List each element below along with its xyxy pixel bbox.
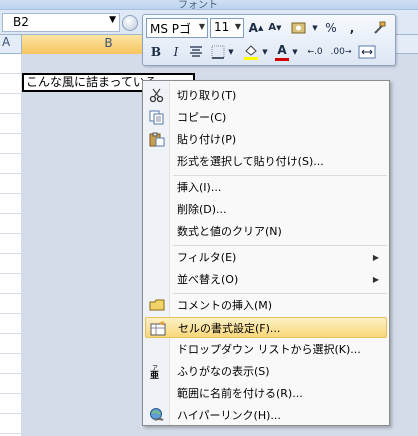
format-painter-icon xyxy=(374,21,386,34)
paste-icon xyxy=(149,132,165,147)
menu-item-cut[interactable]: 切り取り(T) xyxy=(145,85,387,106)
font-color-button[interactable]: A xyxy=(273,42,291,62)
scissors-icon xyxy=(149,88,164,103)
menu-item-label: ドロップダウン リストから選択(K)... xyxy=(177,343,361,356)
grow-font-button[interactable]: A▲ xyxy=(247,18,265,38)
chevron-down-icon[interactable]: ▼ xyxy=(199,22,205,31)
hyperlink-icon xyxy=(150,408,164,421)
chevron-down-icon[interactable]: ▼ xyxy=(291,42,299,62)
shrink-font-icon: A xyxy=(268,22,277,33)
menu-item-filter[interactable]: フィルタ(E) ▶ xyxy=(145,247,387,268)
decrease-decimal-button[interactable]: .00→ xyxy=(329,42,353,62)
font-size-box[interactable]: 11 ▼ xyxy=(210,18,244,38)
comma-button[interactable]: , xyxy=(345,18,359,38)
center-align-icon xyxy=(190,46,202,57)
menu-item-delete[interactable]: 削除(D)... xyxy=(145,199,387,220)
merge-center-button[interactable] xyxy=(357,42,377,62)
svg-text:亜: 亜 xyxy=(150,370,159,379)
grow-font-icon: A xyxy=(248,21,258,35)
bold-button[interactable]: B xyxy=(147,42,165,62)
submenu-arrow-icon: ▶ xyxy=(372,275,379,284)
menu-item-hyperlink[interactable]: ハイパーリンク(H)... xyxy=(145,405,387,426)
fill-color-button[interactable] xyxy=(241,42,261,62)
menu-item-label: 形式を選択して貼り付け(S)... xyxy=(177,155,324,168)
menu-item-label: 数式と値のクリア(N) xyxy=(177,225,282,238)
menu-item-label: 範囲に名前を付ける(R)... xyxy=(177,387,303,400)
italic-button[interactable]: I xyxy=(167,42,185,62)
mini-toolbar: MS Pゴ ▼ 11 ▼ A▲ A▼ ▼ % , B I ▼ ▼ A ▼ ←.0… xyxy=(142,14,396,66)
menu-separator xyxy=(173,175,387,176)
percent-button[interactable]: % xyxy=(323,18,339,38)
font-name-box[interactable]: MS Pゴ ▼ xyxy=(146,18,208,38)
chevron-down-icon[interactable]: ▼ xyxy=(109,15,116,25)
chevron-down-icon[interactable]: ▼ xyxy=(235,22,241,31)
context-menu: 切り取り(T) コピー(C) 貼り付け(P) 形式を選択して貼り付け(S)...… xyxy=(142,80,390,426)
menu-item-paste-special[interactable]: 形式を選択して貼り付け(S)... xyxy=(145,151,387,172)
menu-item-label: 貼り付け(P) xyxy=(177,133,237,146)
menu-item-label: セルの書式設定(F)... xyxy=(178,322,281,335)
font-name-value: MS Pゴ xyxy=(150,22,192,36)
borders-button[interactable] xyxy=(209,42,227,62)
menu-item-insert-comment[interactable]: コメントの挿入(M) xyxy=(145,295,387,316)
menu-item-pick-from-list[interactable]: ドロップダウン リストから選択(K)... xyxy=(145,339,387,360)
format-cells-icon xyxy=(150,321,166,336)
menu-item-clear-contents[interactable]: 数式と値のクリア(N) xyxy=(145,221,387,242)
arrow-right-icon: → xyxy=(344,47,352,56)
font-color-swatch xyxy=(275,58,289,61)
chevron-down-icon[interactable]: ▼ xyxy=(311,18,319,38)
menu-item-label: コピー(C) xyxy=(177,111,227,124)
furigana-icon: ア 亜 xyxy=(150,365,159,379)
center-align-button[interactable] xyxy=(187,42,205,62)
shrink-font-button[interactable]: A▼ xyxy=(266,18,284,38)
menu-item-label: 挿入(I)... xyxy=(177,181,222,194)
menu-item-show-phonetic[interactable]: ア 亜 ふりがなの表示(S) xyxy=(145,361,387,382)
menu-item-label: フィルタ(E) xyxy=(177,251,237,264)
menu-item-define-name[interactable]: 範囲に名前を付ける(R)... xyxy=(145,383,387,404)
menu-item-copy[interactable]: コピー(C) xyxy=(145,107,387,128)
accounting-format-button[interactable] xyxy=(289,18,311,38)
menu-item-format-cells[interactable]: セルの書式設定(F)... xyxy=(145,317,387,338)
formula-circle-button[interactable] xyxy=(122,15,138,31)
grid-line xyxy=(21,54,22,436)
decrease-decimal-label: .00 xyxy=(330,47,345,57)
chevron-down-icon[interactable]: ▼ xyxy=(227,42,235,62)
menu-item-label: 削除(D)... xyxy=(177,203,227,216)
submenu-arrow-icon: ▶ xyxy=(372,253,379,262)
name-box[interactable]: B2 ▼ xyxy=(2,13,120,32)
ribbon-strip: フォント xyxy=(0,0,418,11)
menu-separator xyxy=(173,245,387,246)
borders-icon xyxy=(211,45,225,59)
font-size-value: 11 xyxy=(214,20,230,34)
merge-center-icon xyxy=(358,45,376,59)
menu-item-insert[interactable]: 挿入(I)... xyxy=(145,177,387,198)
accounting-format-icon xyxy=(291,22,306,34)
menu-item-label: ハイパーリンク(H)... xyxy=(177,409,281,422)
copy-icon xyxy=(149,110,164,125)
chevron-down-icon[interactable]: ▼ xyxy=(261,42,269,62)
format-painter-button[interactable] xyxy=(367,18,389,38)
column-header-a[interactable]: A xyxy=(0,35,22,54)
menu-separator xyxy=(173,293,387,294)
fill-color-icon xyxy=(244,45,258,60)
menu-item-label: 切り取り(T) xyxy=(177,89,237,102)
menu-item-label: 並べ替え(O) xyxy=(177,273,239,286)
menu-item-label: コメントの挿入(M) xyxy=(177,299,273,312)
menu-item-label: ふりがなの表示(S) xyxy=(177,365,270,378)
menu-item-paste[interactable]: 貼り付け(P) xyxy=(145,129,387,150)
increase-decimal-label: .0 xyxy=(314,47,323,57)
menu-item-sort[interactable]: 並べ替え(O) ▶ xyxy=(145,269,387,290)
font-color-icon: A xyxy=(277,43,287,57)
name-box-value: B2 xyxy=(13,15,29,29)
comment-icon xyxy=(149,299,165,311)
increase-decimal-button[interactable]: ←.0 xyxy=(303,42,327,62)
